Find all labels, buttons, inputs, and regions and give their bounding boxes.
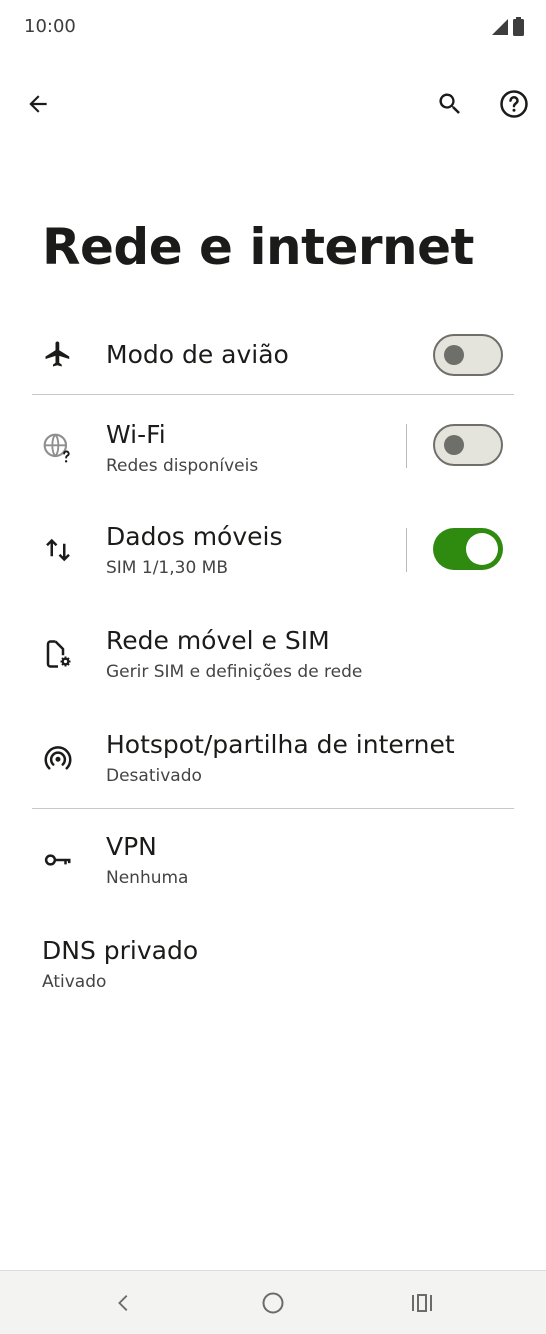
wifi-subtitle: Redes disponíveis xyxy=(106,456,259,476)
status-time: 10:00 xyxy=(24,16,76,37)
back-button[interactable] xyxy=(14,80,62,128)
data-arrows-icon xyxy=(38,530,78,570)
sim-settings-icon xyxy=(38,634,78,674)
hotspot-subtitle: Desativado xyxy=(106,766,202,786)
help-circle-icon xyxy=(500,90,528,118)
wifi-switch[interactable] xyxy=(433,424,503,466)
hotspot-row[interactable]: Hotspot/partilha de internet Desativado xyxy=(0,722,546,808)
mobile-data-switch[interactable] xyxy=(433,528,503,570)
nav-back-button[interactable] xyxy=(100,1281,148,1325)
chevron-left-icon xyxy=(118,1295,128,1311)
status-icons xyxy=(491,17,524,36)
mobile-data-title: Dados móveis xyxy=(106,522,283,551)
private-dns-row[interactable]: DNS privado Ativado xyxy=(0,930,546,1016)
toolbar xyxy=(0,72,546,136)
divider xyxy=(32,808,514,809)
wifi-title: Wi-Fi xyxy=(106,420,166,449)
vertical-separator xyxy=(406,528,407,572)
airplane-mode-switch[interactable] xyxy=(433,334,503,376)
battery-icon xyxy=(513,17,524,36)
switch-knob xyxy=(444,435,464,455)
airplane-mode-title: Modo de avião xyxy=(106,340,289,369)
vpn-title: VPN xyxy=(106,832,157,861)
mobile-data-subtitle: SIM 1/1,30 MB xyxy=(106,558,229,578)
arrow-left-icon xyxy=(29,95,47,113)
switch-knob xyxy=(466,533,498,565)
hotspot-icon xyxy=(38,738,78,778)
page-title: Rede e internet xyxy=(42,218,474,276)
system-navigation-bar xyxy=(0,1270,546,1334)
wifi-globe-icon xyxy=(38,428,78,468)
signal-icon xyxy=(492,18,508,35)
private-dns-subtitle: Ativado xyxy=(42,972,107,992)
divider xyxy=(32,394,514,395)
search-icon xyxy=(439,93,460,114)
mobile-network-subtitle: Gerir SIM e definições de rede xyxy=(106,662,363,682)
mobile-data-row[interactable]: Dados móveis SIM 1/1,30 MB xyxy=(0,514,546,600)
search-button[interactable] xyxy=(426,80,474,128)
switch-knob xyxy=(444,345,464,365)
vpn-subtitle: Nenhuma xyxy=(106,868,189,888)
vertical-separator xyxy=(406,424,407,468)
airplane-icon xyxy=(38,334,78,374)
nav-home-button[interactable] xyxy=(249,1281,297,1325)
home-circle-icon xyxy=(262,1292,284,1314)
help-button[interactable] xyxy=(490,80,538,128)
mobile-network-row[interactable]: Rede móvel e SIM Gerir SIM e definições … xyxy=(0,618,546,704)
private-dns-title: DNS privado xyxy=(42,936,199,965)
nav-recents-button[interactable] xyxy=(398,1281,446,1325)
key-icon xyxy=(38,840,78,880)
vpn-row[interactable]: VPN Nenhuma xyxy=(0,826,546,912)
hotspot-title: Hotspot/partilha de internet xyxy=(106,730,455,759)
mobile-network-title: Rede móvel e SIM xyxy=(106,626,330,655)
wifi-row[interactable]: Wi-Fi Redes disponíveis xyxy=(0,410,546,496)
status-bar: 10:00 xyxy=(0,0,546,56)
airplane-mode-row[interactable]: Modo de avião xyxy=(0,320,546,392)
recents-icon xyxy=(412,1294,432,1312)
